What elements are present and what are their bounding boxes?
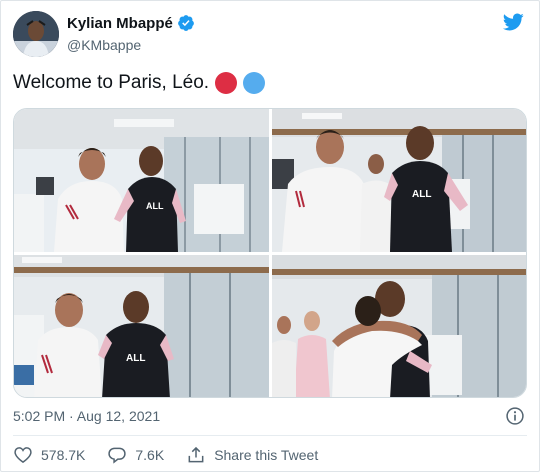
tweet-text-content: Welcome to Paris, Léo. [13,72,210,93]
heart-icon [14,447,32,464]
svg-text:ALL: ALL [412,189,431,200]
share-icon [188,446,204,463]
twitter-bird-icon[interactable] [501,11,525,33]
reply-bubble-icon [108,447,127,464]
avatar[interactable] [13,11,59,57]
author-handle[interactable]: @KMbappe [67,37,141,53]
photo-2[interactable]: ALL [272,109,526,252]
share-button[interactable]: Share this Tweet [186,445,318,465]
blue-circle-icon [243,72,266,94]
red-circle-icon [215,72,238,94]
photo-4[interactable] [272,255,526,397]
media-grid: ALL ALL ALL [13,108,527,398]
share-label: Share this Tweet [214,447,319,463]
photo-3[interactable]: ALL [14,255,269,397]
reply-count: 7.6K [135,447,165,463]
tweet-timestamp[interactable]: 5:02 PM · Aug 12, 2021 [13,408,160,424]
action-bar: 578.7K 7.6K Share this Tweet [13,445,340,465]
divider [13,435,527,436]
tweet-text: Welcome to Paris, Léo. [13,72,266,94]
author-name-text: Kylian Mbappé [67,14,173,32]
reply-button[interactable]: 7.6K [107,445,164,465]
svg-text:ALL: ALL [146,201,164,211]
tweet-card[interactable]: Kylian Mbappé @KMbappe Welcome to Paris,… [0,0,540,472]
verified-badge-icon [177,15,194,31]
info-icon[interactable] [505,406,525,426]
svg-text:ALL: ALL [126,353,145,364]
like-button[interactable]: 578.7K [13,445,85,465]
like-count: 578.7K [41,447,86,463]
author-name[interactable]: Kylian Mbappé [67,14,195,32]
photo-1[interactable]: ALL [14,109,269,252]
